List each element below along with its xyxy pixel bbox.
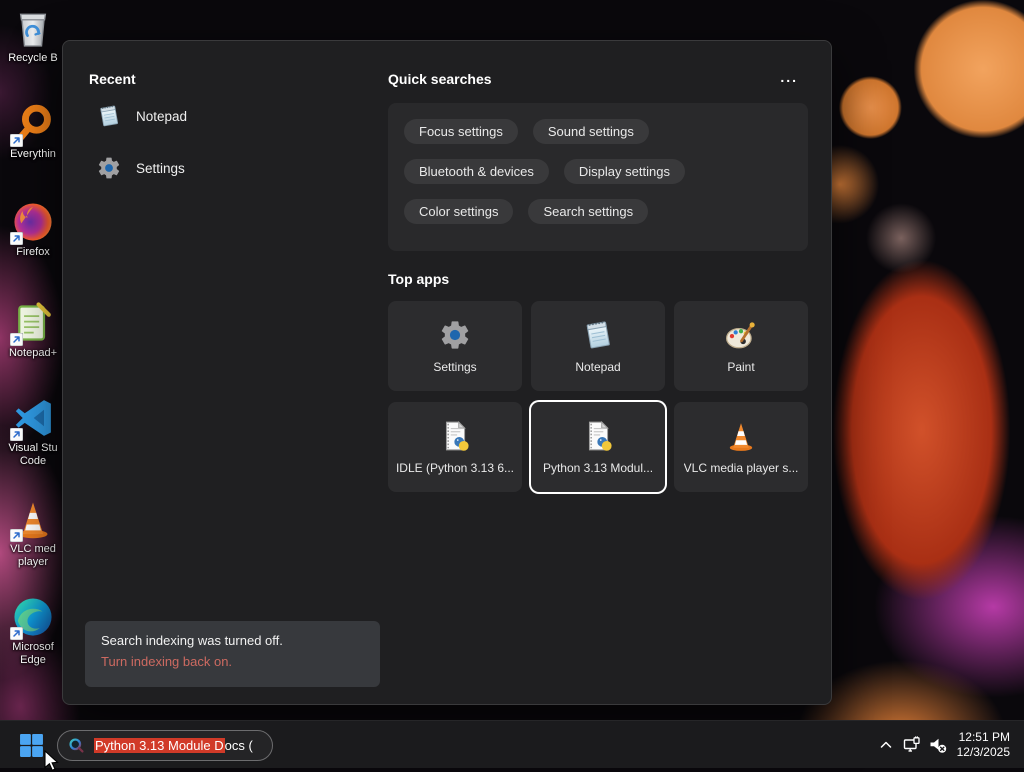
shortcut-arrow-icon	[10, 232, 23, 245]
tile-label: Python 3.13 Modul...	[543, 461, 653, 475]
tile-label: Settings	[433, 360, 476, 374]
more-options-button[interactable]: ...	[774, 67, 804, 87]
quick-search-pill[interactable]: Display settings	[564, 159, 685, 184]
quick-search-pill[interactable]: Color settings	[404, 199, 513, 224]
desktop-icon-label: Microsof Edge	[0, 641, 66, 667]
quick-search-pill[interactable]: Search settings	[528, 199, 648, 224]
search-query-rest-text: ocs (	[225, 738, 253, 753]
shortcut-arrow-icon	[10, 428, 23, 441]
top-app-tile-notepad[interactable]: Notepad	[531, 301, 665, 391]
quick-searches-card: Focus settings Sound settings Bluetooth …	[388, 103, 808, 251]
recent-item-label: Notepad	[136, 109, 187, 124]
desktop-icon-label: Everythin	[0, 148, 66, 161]
desktop-icon-label: Visual Stu Code	[0, 442, 66, 468]
desktop-icon-everything[interactable]: Everythin	[0, 102, 66, 161]
network-tray-button[interactable]	[899, 730, 925, 760]
desktop-icon-label: Notepad+	[0, 347, 66, 360]
chevron-up-icon	[878, 737, 894, 753]
top-apps-section: Top apps Settings Notepad Paint IDLE (Py…	[388, 271, 808, 492]
desktop-icon-vlc[interactable]: VLC med player	[0, 497, 66, 569]
recent-title: Recent	[89, 71, 369, 87]
top-apps-title: Top apps	[388, 271, 808, 287]
tray-overflow-button[interactable]	[873, 730, 899, 760]
volume-tray-button[interactable]	[925, 730, 951, 760]
indexing-notice-text: Search indexing was turned off.	[101, 633, 364, 648]
quick-searches-title: Quick searches	[388, 71, 808, 87]
shortcut-arrow-icon	[10, 529, 23, 542]
paint-palette-icon	[724, 318, 758, 352]
clock-time: 12:51 PM	[957, 730, 1010, 745]
tile-label: Notepad	[575, 360, 620, 374]
notepad-icon	[581, 318, 615, 352]
desktop-icon-edge[interactable]: Microsof Edge	[0, 595, 66, 667]
start-button[interactable]	[19, 733, 44, 758]
taskbar: Python 3.13 Module Docs ( 12:51 PM 12/3/…	[0, 720, 1024, 768]
search-colored-icon	[68, 737, 85, 754]
vlc-cone-icon	[724, 419, 758, 453]
taskbar-search-box[interactable]: Python 3.13 Module Docs (	[57, 730, 273, 761]
notepad-icon	[96, 103, 122, 129]
desktop-icon-label: Recycle B	[0, 52, 66, 65]
top-app-tile-idle[interactable]: IDLE (Python 3.13 6...	[388, 402, 522, 492]
volume-muted-icon	[928, 735, 948, 755]
desktop-icon-notepad-plus-plus[interactable]: Notepad+	[0, 301, 66, 360]
quick-search-pill[interactable]: Focus settings	[404, 119, 518, 144]
quick-search-pill[interactable]: Sound settings	[533, 119, 649, 144]
desktop-icon-firefox[interactable]: Firefox	[0, 200, 66, 259]
search-query-text: Python 3.13 Module Docs (	[94, 738, 253, 753]
clock[interactable]: 12:51 PM 12/3/2025	[957, 730, 1014, 760]
quick-searches-section: Quick searches ... Focus settings Sound …	[388, 71, 808, 251]
search-flyout-panel: Recent Notepad Settings Quick searches .…	[62, 40, 832, 705]
turn-indexing-on-link[interactable]: Turn indexing back on.	[101, 654, 364, 669]
shortcut-arrow-icon	[10, 134, 23, 147]
shortcut-arrow-icon	[10, 333, 23, 346]
top-app-tile-paint[interactable]: Paint	[674, 301, 808, 391]
tile-label: IDLE (Python 3.13 6...	[396, 461, 514, 475]
top-app-tile-vlc-skinned[interactable]: VLC media player s...	[674, 402, 808, 492]
desktop-icon-recycle-bin[interactable]: Recycle B	[0, 6, 66, 65]
top-app-tile-settings[interactable]: Settings	[388, 301, 522, 391]
recent-item-notepad[interactable]: Notepad	[89, 93, 369, 139]
desktop-icon-label: Firefox	[0, 246, 66, 259]
python-doc-icon	[438, 419, 472, 453]
indexing-notice: Search indexing was turned off. Turn ind…	[85, 621, 380, 687]
desktop-icon-vscode[interactable]: Visual Stu Code	[0, 396, 66, 468]
search-query-selected-text: Python 3.13 Module D	[94, 738, 225, 753]
top-app-tile-python-module-docs[interactable]: Python 3.13 Modul...	[531, 402, 665, 492]
recent-item-label: Settings	[136, 161, 185, 176]
tile-label: Paint	[727, 360, 754, 374]
recent-item-settings[interactable]: Settings	[89, 145, 369, 191]
gear-icon	[96, 155, 122, 181]
desktop-icon-label: VLC med player	[0, 543, 66, 569]
recent-section: Recent Notepad Settings	[89, 71, 369, 191]
system-tray: 12:51 PM 12/3/2025	[873, 721, 1014, 769]
quick-search-pill[interactable]: Bluetooth & devices	[404, 159, 549, 184]
clock-date: 12/3/2025	[957, 745, 1010, 760]
tile-label: VLC media player s...	[684, 461, 799, 475]
gear-icon	[438, 318, 472, 352]
recycle-bin-icon	[11, 6, 55, 50]
python-doc-icon	[581, 419, 615, 453]
network-icon	[902, 735, 922, 755]
shortcut-arrow-icon	[10, 627, 23, 640]
